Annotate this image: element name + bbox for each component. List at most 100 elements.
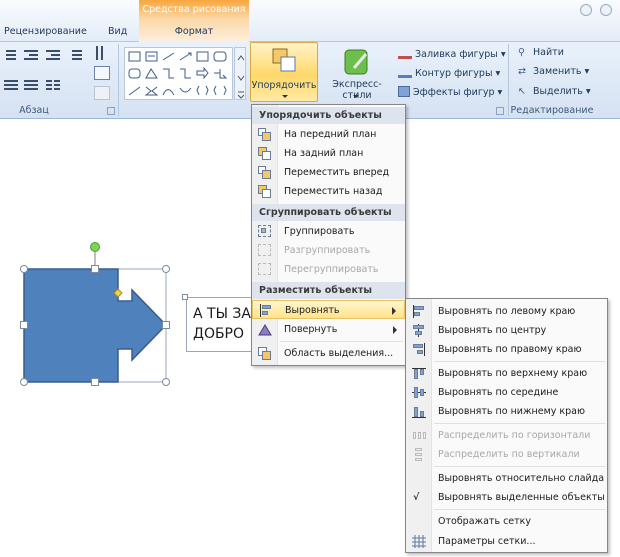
selected-shape[interactable] [14, 238, 214, 388]
menu-item-send-back[interactable]: На задний план [252, 144, 405, 163]
menu-item-align-right[interactable]: Выровнять по правому краю [406, 340, 607, 359]
align-left-icon[interactable] [4, 78, 20, 92]
menu-item-align-to-slide[interactable]: Выровнять относительно слайда [406, 469, 607, 488]
menu-item-bring-front[interactable]: На передний план [252, 125, 405, 144]
regroup-label: Перегруппировать [284, 264, 379, 275]
menu-header-order: Упорядочить объекты [252, 107, 405, 124]
arrange-button[interactable]: Упорядочить [250, 42, 318, 102]
ribbon-tab-bar: Рецензирование Вид Средства рисования Фо… [0, 0, 620, 42]
text-box-line1: А ТЫ ЗА [193, 306, 251, 322]
tab-format[interactable]: Формат [139, 23, 249, 41]
menu-item-show-grid[interactable]: Отображать сетку [406, 512, 607, 531]
menu-item-align-selected[interactable]: √ Выровнять выделенные объекты [406, 488, 607, 507]
distribute-horizontal-label: Распределить по горизонтали [438, 430, 591, 441]
menu-item-distribute-horizontal[interactable]: Распределить по горизонтали [406, 426, 607, 445]
arrange-chevron-down-icon [282, 95, 288, 98]
send-backward-label: Переместить назад [284, 186, 383, 197]
grid-icon [412, 535, 426, 548]
shape-effects-button[interactable]: Эффекты фигур ▾ [398, 84, 502, 100]
menu-item-bring-forward[interactable]: Переместить вперед [252, 163, 405, 182]
increase-indent-icon[interactable] [46, 48, 62, 62]
shape-fill-label: Заливка фигуры [415, 49, 498, 60]
send-backward-icon [258, 185, 272, 198]
bullets-icon[interactable] [4, 48, 20, 62]
resize-handle[interactable] [162, 321, 170, 329]
align-top-icon [412, 367, 426, 380]
shape-outline-button[interactable]: Контур фигуры ▾ [398, 64, 500, 80]
express-chevron-down-icon [353, 95, 359, 98]
menu-item-rotate[interactable]: Повернуть [252, 320, 405, 339]
gallery-scroll-more-icon[interactable] [234, 47, 246, 100]
bring-forward-icon [258, 166, 272, 179]
text-box[interactable]: А ТЫ ЗА ДОБРО [186, 297, 258, 352]
resize-handle[interactable] [91, 378, 99, 386]
replace-button[interactable]: ⇄ Заменить ▾ [518, 64, 589, 80]
resize-handle[interactable] [162, 265, 170, 273]
align-icon [259, 304, 273, 317]
select-button[interactable]: ↖ Выделить ▾ [518, 84, 591, 100]
shape-outline-label: Контур фигуры [415, 68, 493, 79]
resize-handle[interactable] [91, 265, 99, 273]
resize-handle[interactable] [162, 378, 170, 386]
help-icon[interactable] [600, 4, 612, 16]
menu-item-align-bottom[interactable]: Выровнять по нижнему краю [406, 402, 607, 421]
resize-handle[interactable] [20, 265, 28, 273]
drawing-launcher-icon[interactable] [496, 107, 504, 115]
decrease-indent-icon[interactable] [24, 48, 40, 62]
shapes-gallery[interactable] [124, 47, 233, 100]
tab-review[interactable]: Рецензирование [4, 23, 87, 41]
gallery-scroll-arrows [237, 55, 245, 99]
align-justify-icon[interactable] [24, 78, 40, 92]
group-label: Группировать [284, 226, 355, 237]
align-selected-label: Выровнять выделенные объекты [438, 492, 605, 503]
text-direction-icon[interactable] [94, 46, 110, 60]
align-middle-icon [412, 386, 426, 399]
paint-bucket-icon [398, 47, 412, 59]
menu-header-group: Сгруппировать объекты [252, 204, 405, 221]
menu-item-align-top[interactable]: Выровнять по верхнему краю [406, 364, 607, 383]
shape-fill-button[interactable]: Заливка фигуры ▾ [398, 45, 506, 61]
submenu-arrow-icon [393, 326, 397, 334]
group-label-editing: Редактирование [510, 105, 594, 116]
shapes-gallery-icons [128, 51, 228, 96]
resize-handle[interactable] [182, 294, 188, 300]
align-right-label: Выровнять по правому краю [438, 344, 582, 355]
arrange-menu: Упорядочить объекты На передний план На … [251, 104, 406, 366]
submenu-arrow-icon [392, 307, 396, 315]
grid-settings-label: Параметры сетки... [438, 536, 536, 547]
tab-view[interactable]: Вид [108, 23, 127, 41]
menu-item-regroup[interactable]: Перегруппировать [252, 260, 405, 279]
menu-item-align-center[interactable]: Выровнять по центру [406, 321, 607, 340]
selection-pane-label: Область выделения... [284, 348, 394, 359]
select-label: Выделить [533, 86, 583, 97]
resize-handle[interactable] [20, 321, 28, 329]
send-to-back-icon [258, 147, 272, 160]
menu-item-selection-pane[interactable]: Область выделения... [252, 344, 405, 363]
replace-icon: ⇄ [518, 66, 526, 77]
menu-item-send-backward[interactable]: Переместить назад [252, 182, 405, 201]
selection-pane-icon [258, 347, 272, 360]
menu-item-ungroup[interactable]: Разгруппировать [252, 241, 405, 260]
ungroup-label: Разгруппировать [284, 245, 371, 256]
menu-item-align-left[interactable]: Выровнять по левому краю [406, 302, 607, 321]
convert-smartart-icon[interactable] [94, 86, 110, 100]
rotate-handle[interactable] [90, 242, 100, 252]
express-styles-icon[interactable] [342, 46, 372, 80]
find-button[interactable]: ⚲ Найти [518, 45, 564, 61]
align-text-icon[interactable] [94, 66, 110, 80]
menu-item-distribute-vertical[interactable]: Распределить по вертикали [406, 445, 607, 464]
menu-item-grid-settings[interactable]: Параметры сетки... [406, 532, 607, 551]
menu-item-align[interactable]: Выровнять [252, 300, 405, 319]
menu-separator [434, 466, 605, 467]
menu-item-align-middle[interactable]: Выровнять по середине [406, 383, 607, 402]
menu-item-group[interactable]: Группировать [252, 222, 405, 241]
columns-icon[interactable] [46, 78, 62, 92]
line-spacing-icon[interactable] [68, 48, 84, 62]
minimize-ribbon-icon[interactable] [580, 4, 592, 16]
menu-separator [434, 423, 605, 424]
menu-separator [434, 509, 605, 510]
show-grid-label: Отображать сетку [438, 516, 532, 527]
arrow-shape[interactable] [23, 268, 168, 383]
paragraph-launcher-icon[interactable] [107, 107, 115, 115]
resize-handle[interactable] [20, 378, 28, 386]
